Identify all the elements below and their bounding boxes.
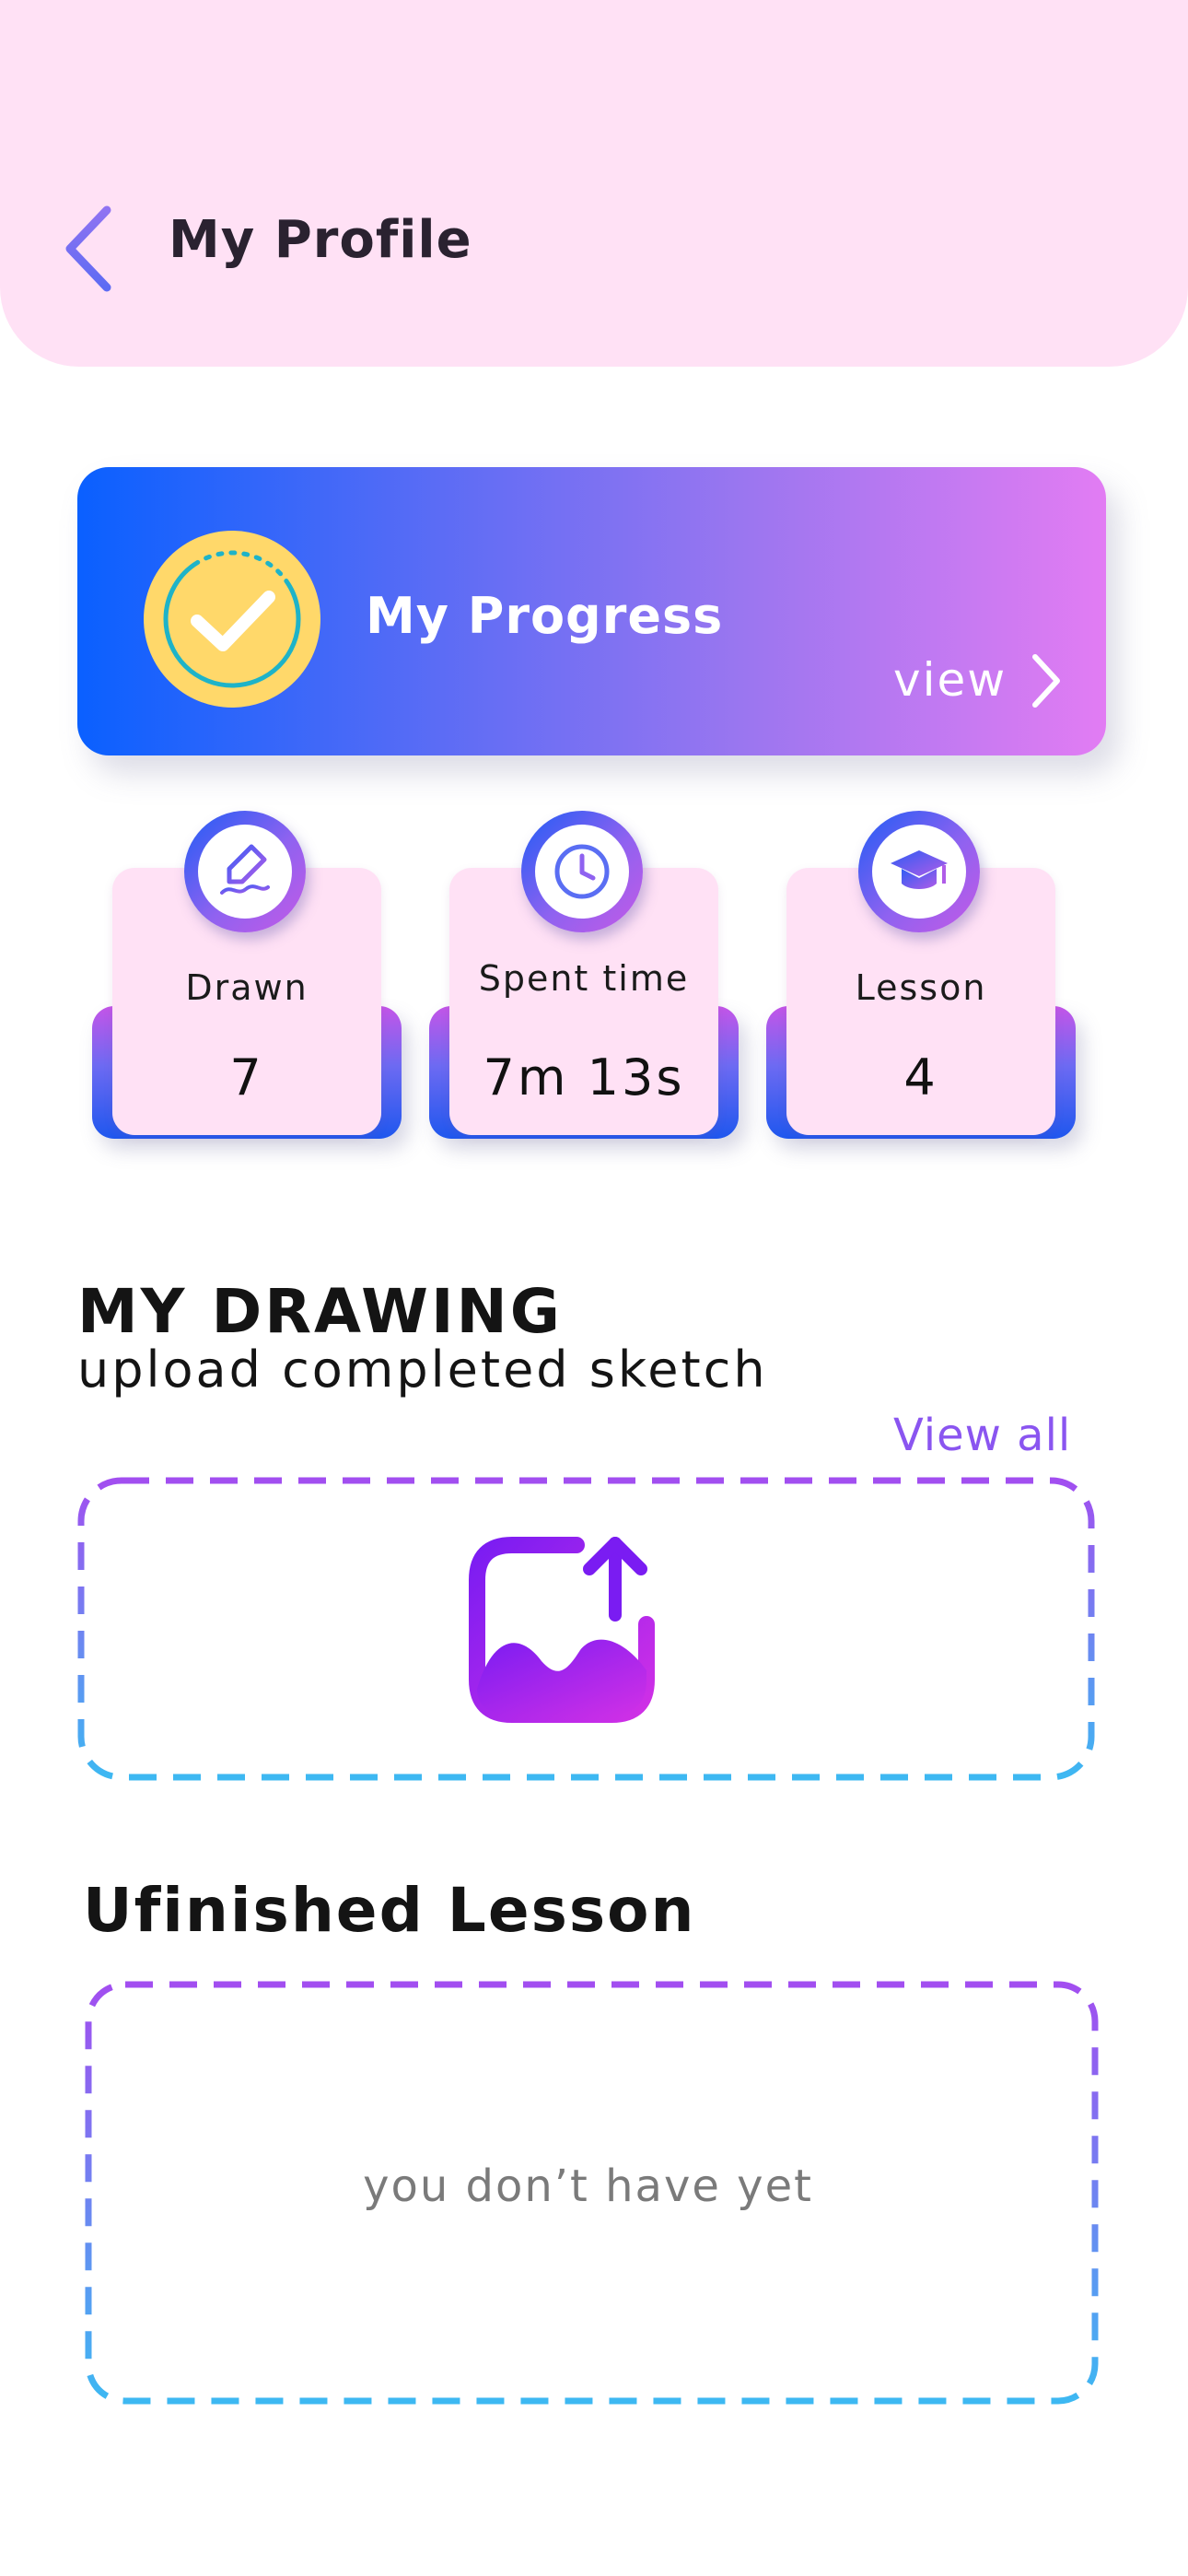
my-drawing-title: MY DRAWING <box>77 1276 563 1347</box>
stat-label: Lesson <box>855 967 987 1008</box>
stat-label: Drawn <box>185 967 309 1008</box>
stat-card-spent-time[interactable]: Spent time 7m 13s <box>429 811 739 1142</box>
clock-icon <box>554 844 610 899</box>
my-drawing-subtitle: upload completed sketch <box>77 1341 768 1399</box>
progress-title: My Progress <box>366 587 724 645</box>
stat-icon-ring <box>858 811 980 932</box>
checkmark-badge-icon <box>144 531 320 708</box>
chevron-right-icon[interactable] <box>1028 651 1065 710</box>
back-button[interactable] <box>57 205 122 293</box>
view-all-link[interactable]: View all <box>893 1410 1071 1461</box>
image-upload-icon[interactable] <box>466 1532 659 1726</box>
stat-icon-ring <box>521 811 643 932</box>
stat-icon-ring <box>184 811 306 932</box>
stat-value: 4 <box>903 1048 938 1107</box>
stat-card-drawn[interactable]: Drawn 7 <box>92 811 402 1142</box>
stat-value: 7m 13s <box>483 1048 685 1107</box>
stat-card-lesson[interactable]: Lesson 4 <box>766 811 1076 1142</box>
page-title: My Profile <box>169 210 472 270</box>
profile-header <box>0 0 1188 367</box>
stat-label: Spent time <box>478 958 690 999</box>
chevron-left-icon <box>65 205 111 292</box>
pen-drawing-icon <box>220 844 270 895</box>
unfinished-lesson-title: Ufinished Lesson <box>83 1875 696 1946</box>
graduation-cap-icon <box>891 850 948 889</box>
my-progress-card[interactable]: My Progress view <box>77 467 1106 755</box>
empty-state-text: you don’t have yet <box>363 2160 813 2212</box>
view-progress-link[interactable]: view <box>893 653 1007 707</box>
stat-value: 7 <box>229 1048 264 1107</box>
